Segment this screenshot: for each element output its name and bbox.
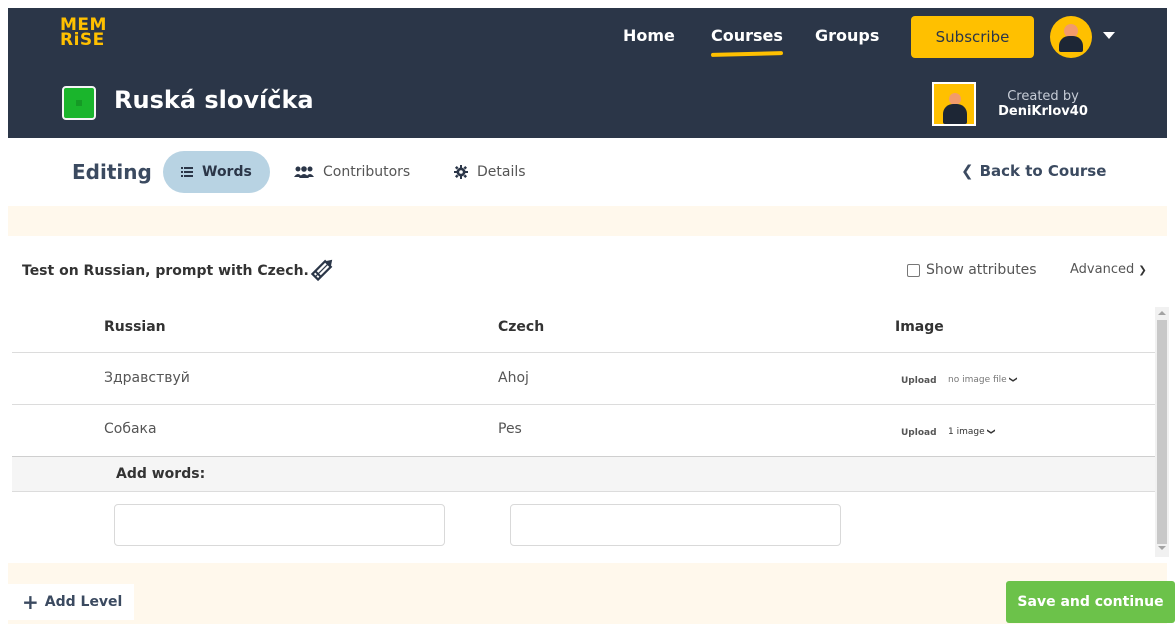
tab-words[interactable]: Words [163, 151, 270, 193]
word-russian-cell[interactable]: Здравствуй [104, 370, 190, 386]
scroll-up-arrow-icon[interactable] [1158, 311, 1166, 315]
chevron-left-icon: ❮ [961, 162, 974, 180]
advanced-label: Advanced [1070, 262, 1135, 277]
level-header-band [8, 206, 1167, 236]
caret-down-icon[interactable] [1103, 32, 1115, 39]
add-czech-input[interactable] [510, 504, 841, 546]
back-to-course-label: Back to Course [979, 162, 1107, 180]
image-status-label: no image file [948, 375, 1007, 385]
row-divider [12, 352, 1155, 353]
chevron-down-icon: ❯ [986, 428, 996, 435]
save-and-continue-button[interactable]: Save and continue [1006, 581, 1175, 623]
tab-details[interactable]: Details [454, 151, 526, 193]
row-divider [12, 404, 1155, 405]
column-header-russian[interactable]: Russian [104, 319, 166, 335]
upload-link[interactable]: Upload [901, 376, 937, 386]
word-russian-cell[interactable]: Собака [104, 421, 157, 437]
image-status-dropdown[interactable]: no image file ❯ [948, 375, 1018, 385]
back-to-course-link[interactable]: ❮ Back to Course [961, 162, 1106, 180]
show-attributes-toggle[interactable]: Show attributes [907, 262, 1037, 278]
gear-icon [454, 165, 468, 179]
users-icon [294, 166, 314, 178]
avatar-body [1059, 36, 1083, 52]
top-bar: MEM RiSE Home Courses Groups Subscribe R… [8, 8, 1167, 138]
plus-icon: + [22, 590, 39, 614]
course-icon [62, 86, 96, 120]
add-words-label: Add words: [116, 466, 206, 482]
list-icon [181, 167, 193, 177]
upload-link[interactable]: Upload [901, 428, 937, 438]
subscribe-button[interactable]: Subscribe [911, 16, 1034, 58]
word-czech-cell[interactable]: Pes [498, 421, 522, 437]
image-status-label: 1 image [948, 427, 985, 437]
image-status-dropdown[interactable]: 1 image ❯ [948, 427, 996, 437]
created-by-label: Created by [1007, 89, 1079, 104]
tab-words-label: Words [202, 164, 252, 180]
chevron-down-icon: ❯ [1008, 376, 1018, 383]
show-attributes-checkbox[interactable] [907, 263, 920, 277]
chevron-down-icon: ❯ [1138, 265, 1147, 276]
add-russian-input[interactable] [114, 504, 445, 546]
scroll-down-arrow-icon[interactable] [1158, 546, 1166, 550]
word-czech-cell[interactable]: Ahoj [498, 370, 529, 386]
creator-avatar-body [943, 104, 967, 124]
tab-contributors[interactable]: Contributors [294, 151, 410, 193]
row-divider [12, 491, 1155, 492]
creator-avatar[interactable] [932, 82, 976, 126]
scrollbar-thumb[interactable] [1157, 320, 1167, 544]
tab-details-label: Details [477, 164, 526, 180]
level-description: Test on Russian, prompt with Czech. [22, 263, 309, 279]
advanced-dropdown[interactable]: Advanced ❯ [1070, 262, 1147, 277]
nav-groups[interactable]: Groups [815, 26, 879, 45]
pencil-icon[interactable] [308, 254, 338, 284]
nav-home[interactable]: Home [623, 26, 675, 45]
creator-name[interactable]: DeniKrlov40 [988, 104, 1098, 119]
add-level-label: Add Level [44, 594, 123, 610]
tab-contributors-label: Contributors [323, 164, 411, 180]
show-attributes-label: Show attributes [926, 262, 1037, 278]
column-header-czech[interactable]: Czech [498, 319, 544, 335]
nav-courses[interactable]: Courses [711, 26, 783, 45]
level-footer-band [8, 563, 1167, 624]
course-title: Ruská slovíčka [114, 86, 314, 114]
column-header-image[interactable]: Image [895, 319, 944, 335]
add-level-button[interactable]: + Add Level [8, 584, 134, 620]
user-avatar[interactable] [1050, 16, 1092, 58]
editing-label: Editing [72, 160, 152, 184]
